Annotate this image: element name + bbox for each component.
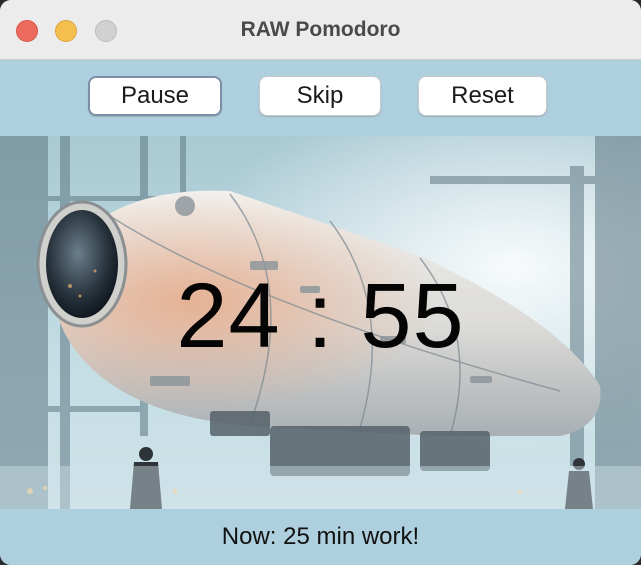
reset-button[interactable]: Reset	[418, 76, 547, 116]
background-image: 24 : 55	[0, 136, 641, 509]
window-title: RAW Pomodoro	[240, 18, 401, 41]
timer-display: 24 : 55	[176, 265, 465, 367]
pause-button[interactable]: Pause	[88, 76, 222, 116]
control-bar: Pause Skip Reset	[0, 60, 641, 136]
status-label: Now: 25 min work!	[0, 509, 641, 565]
title-bar: RAW Pomodoro	[0, 0, 641, 60]
skip-button[interactable]: Skip	[259, 76, 381, 116]
app-window: RAW Pomodoro Pause Skip Reset 24: 55 No…	[0, 0, 641, 565]
